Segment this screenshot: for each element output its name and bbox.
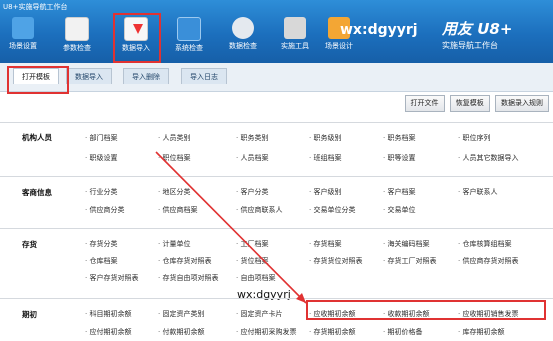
annotation-arrow xyxy=(155,151,307,304)
annotation-arrow-line xyxy=(155,151,307,304)
